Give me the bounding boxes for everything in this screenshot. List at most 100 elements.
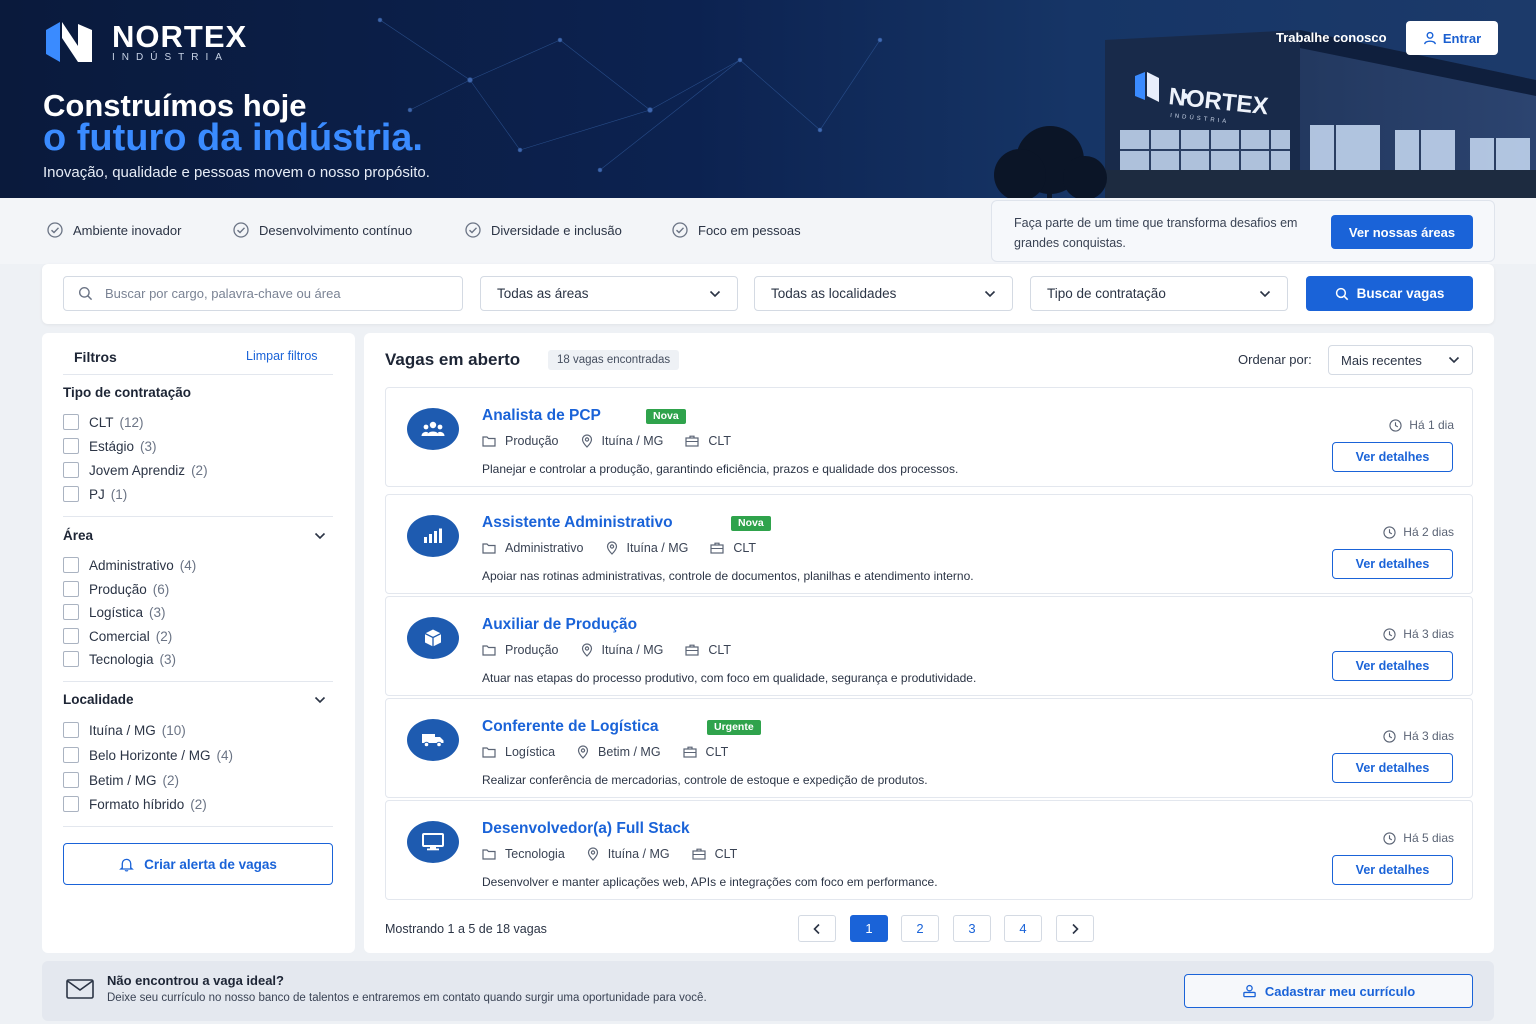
view-details-button[interactable]: Ver detalhes [1332,549,1453,579]
job-title[interactable]: Auxiliar de Produção [482,616,637,634]
contract-select[interactable]: Tipo de contratação [1030,276,1288,311]
brand-logo[interactable]: NORTEX INDÚSTRIA [44,20,247,64]
checkbox[interactable] [63,438,79,454]
job-card[interactable]: Analista de PCP Nova Produção Ituína / M… [385,387,1473,487]
brand-name: NORTEX [112,19,248,54]
talent-bank-title: Não encontrou a vaga ideal? [107,973,284,988]
job-title[interactable]: Analista de PCP [482,407,601,425]
chevron-down-icon[interactable] [314,532,326,540]
filter-checkbox[interactable]: Formato híbrido (2) [63,796,207,812]
checkbox[interactable] [63,604,79,620]
job-area-label: Administrativo [505,541,584,555]
page-button[interactable]: 1 [850,915,888,942]
filters-sidebar: Filtros Limpar filtros Tipo de contrataç… [42,333,355,953]
filter-count: (3) [149,604,166,620]
job-location: Ituína / MG [606,541,688,555]
bell-icon [119,858,134,872]
filter-checkbox[interactable]: Betim / MG (2) [63,772,179,788]
filter-checkbox[interactable]: Belo Horizonte / MG (4) [63,747,233,763]
filter-checkbox[interactable]: Produção (6) [63,581,169,597]
filter-checkbox[interactable]: Jovem Aprendiz (2) [63,462,208,478]
filter-checkbox[interactable]: CLT (12) [63,414,144,430]
checkbox[interactable] [63,628,79,644]
register-resume-label: Cadastrar meu currículo [1264,983,1416,999]
folder-icon [482,543,496,554]
job-icon-wrapper [407,515,459,557]
job-title[interactable]: Conferente de Logística [482,718,659,736]
checkbox[interactable] [63,722,79,738]
checkbox[interactable] [63,557,79,573]
briefcase-icon [685,644,699,656]
filter-count: (2) [162,772,180,788]
checkbox[interactable] [63,486,79,502]
checkbox[interactable] [63,796,79,812]
view-areas-button[interactable]: Ver nossas áreas [1331,215,1473,249]
location-select[interactable]: Todas as localidades [754,276,1013,311]
register-resume-button[interactable]: Cadastrar meu currículo [1184,974,1473,1008]
create-job-alert-button[interactable]: Criar alerta de vagas [63,843,333,885]
job-card[interactable]: Assistente Administrativo Nova Administr… [385,494,1473,594]
job-title[interactable]: Assistente Administrativo [482,514,673,532]
filter-checkbox[interactable]: Administrativo (4) [63,557,196,573]
clear-filters-link[interactable]: Limpar filtros [246,349,318,363]
filter-checkbox[interactable]: Tecnologia (3) [63,651,176,667]
user-card-icon [1243,984,1256,998]
filter-count: (1) [110,486,128,502]
job-posted-time: Há 5 dias [1383,831,1454,845]
work-with-us-link[interactable]: Trabalhe conosco [1276,30,1387,45]
login-button[interactable]: Entrar [1406,21,1498,55]
search-jobs-button[interactable]: Buscar vagas [1306,276,1473,311]
prev-page-button[interactable] [798,915,836,942]
next-page-button[interactable] [1056,915,1094,942]
filter-count: (12) [119,414,144,430]
team-icon [421,421,445,436]
filter-checkbox[interactable]: PJ (1) [63,486,127,502]
job-posted-time: Há 2 dias [1383,525,1454,539]
filter-checkbox[interactable]: Logística (3) [63,604,166,620]
filter-count: (3) [140,438,157,454]
filter-checkbox[interactable]: Ituína / MG (10) [63,722,186,738]
feature-item: Foco em pessoas [672,222,801,238]
checkbox[interactable] [63,581,79,597]
view-details-button[interactable]: Ver detalhes [1332,753,1453,783]
filter-count: (2) [191,462,208,478]
view-details-button[interactable]: Ver detalhes [1332,442,1453,472]
sort-select[interactable]: Mais recentes [1328,345,1473,375]
job-location: Betim / MG [577,745,661,759]
job-meta: Produção Ituína / MG CLT [482,434,753,448]
filter-checkbox[interactable]: Estágio (3) [63,438,157,454]
checkbox[interactable] [63,462,79,478]
sort-label: Ordenar por: [1238,352,1312,367]
feature-item: Desenvolvimento contínuo [233,222,412,238]
checkbox[interactable] [63,651,79,667]
filter-label: Betim / MG [89,772,157,788]
checkbox[interactable] [63,747,79,763]
filter-count: (4) [216,747,234,763]
view-details-button[interactable]: Ver detalhes [1332,651,1453,681]
briefcase-icon [710,542,724,554]
page-button[interactable]: 4 [1004,915,1042,942]
hero-tagline: Inovação, qualidade e pessoas movem o no… [43,164,430,181]
checkbox[interactable] [63,772,79,788]
filter-label: CLT [89,414,114,430]
clock-icon [1383,525,1396,539]
job-contract: CLT [685,643,731,657]
area-select-value: Todas as áreas [497,286,589,301]
view-details-button[interactable]: Ver detalhes [1332,855,1453,885]
sort-select-value: Mais recentes [1341,352,1422,368]
login-label: Entrar [1442,30,1482,46]
page-button[interactable]: 2 [901,915,939,942]
job-card[interactable]: Conferente de Logística Urgente Logístic… [385,698,1473,798]
page-button[interactable]: 3 [953,915,991,942]
checkbox[interactable] [63,414,79,430]
job-title[interactable]: Desenvolvedor(a) Full Stack [482,820,690,838]
map-pin-icon [577,745,589,759]
job-posted-time: Há 1 dia [1389,418,1454,432]
chevron-down-icon [984,290,996,297]
filter-checkbox[interactable]: Comercial (2) [63,628,172,644]
area-select[interactable]: Todas as áreas [480,276,738,311]
search-input[interactable]: Buscar por cargo, palavra-chave ou área [63,276,463,311]
job-card[interactable]: Auxiliar de Produção Produção Ituína / M… [385,596,1473,696]
chevron-down-icon[interactable] [314,696,326,704]
job-card[interactable]: Desenvolvedor(a) Full Stack Tecnologia I… [385,800,1473,900]
